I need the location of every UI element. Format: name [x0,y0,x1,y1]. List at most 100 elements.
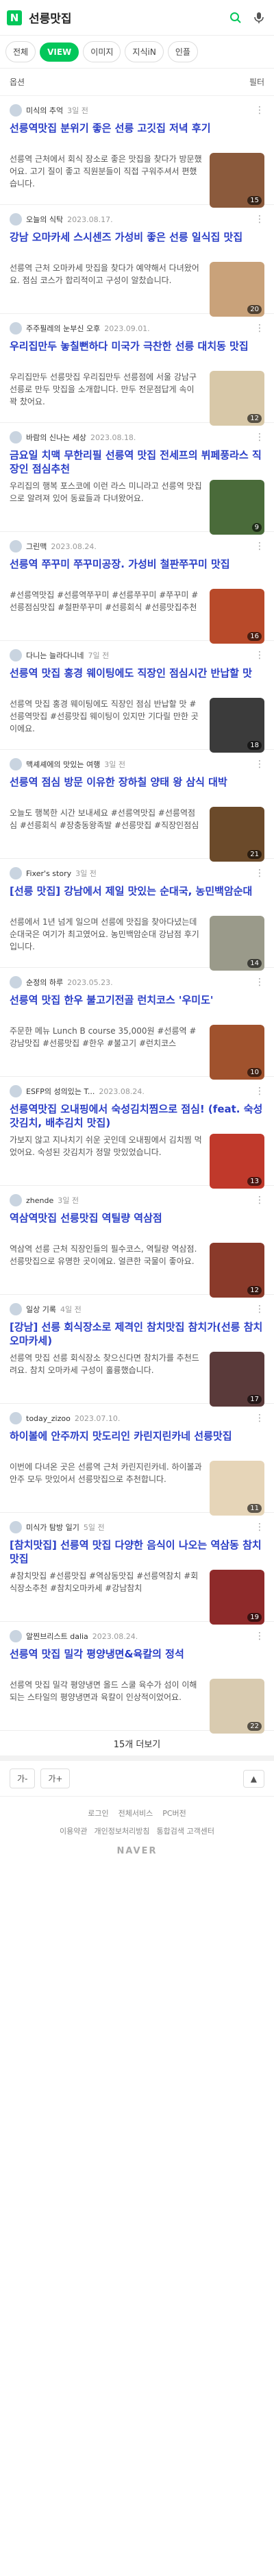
result-thumbnail[interactable]: 19 [210,1570,264,1625]
more-options-icon[interactable]: ⋮ [255,650,264,661]
author-name[interactable]: 알찐브리스트 dalia [26,1631,88,1642]
result-item[interactable]: 오늘의 식탁 2023.08.17. ⋮ 강남 오마카세 스시센즈 가성비 좋은 선릉… [0,205,274,317]
footer-link[interactable]: 로그인 [88,1808,108,1819]
author-name[interactable]: 순정의 하루 [26,977,63,988]
author-avatar[interactable] [10,540,22,552]
result-thumbnail[interactable]: 12 [210,1243,264,1298]
result-item[interactable]: 주주필레의 눈부신 오후 2023.09.01. ⋮ 우리집만두 놓칠뻔하다 미국가 … [0,314,274,426]
author-name[interactable]: 바람의 신나는 세상 [26,432,86,443]
more-options-icon[interactable]: ⋮ [255,1522,264,1533]
result-title[interactable]: 역삼역맛집 선릉맛집 역틸량 역삼점 [10,1211,264,1239]
result-item[interactable]: 그린맥 2023.08.24. ⋮ 선릉역 쭈꾸미 쭈꾸미공장. 가성비 철판쭈꾸미 … [0,532,274,644]
result-title[interactable]: 선릉역맛집 오내핑에서 숙성김치찜으로 점심! (feat. 숙성갓김치, 배추… [10,1102,264,1130]
more-options-icon[interactable]: ⋮ [255,977,264,988]
result-snippet[interactable]: 선릉역 근처 오마카세 맛집을 찾다가 예약해서 다녀왔어요. 점심 코스가 합… [10,262,203,311]
more-options-icon[interactable]: ⋮ [255,323,264,334]
result-item[interactable]: 다니는 늘라다니네 7일 전 ⋮ 선릉역 맛집 홍경 웨이팅에도 직장인 점심시간 반… [0,641,274,753]
result-title[interactable]: 강남 오마카세 스시센즈 가성비 좋은 선릉 일식집 맛집 [10,230,264,258]
naver-logo[interactable]: N [7,10,22,25]
result-thumbnail[interactable]: 17 [210,1352,264,1407]
result-item[interactable]: zhende 3일 전 ⋮ 역삼역맛집 선릉맛집 역틸량 역삼점 역삼역 선릉 근처 직… [0,1186,274,1298]
result-item[interactable]: Fixer's story 3일 전 ⋮ [선릉 맛집] 강남에서 제일 맛있는 순대… [0,859,274,971]
more-options-icon[interactable]: ⋮ [255,1195,264,1206]
result-title[interactable]: 선릉역 쭈꾸미 쭈꾸미공장. 가성비 철판쭈꾸미 맛집 [10,557,264,585]
result-title[interactable]: 선릉역 점심 방문 이유한 장하칠 양태 왕 삼식 대박 [10,775,264,803]
more-options-icon[interactable]: ⋮ [255,105,264,116]
author-avatar[interactable] [10,1630,22,1642]
result-snippet[interactable]: #선릉역맛집 #선릉역쭈꾸미 #선릉쭈꾸미 #쭈꾸미 #선릉점심맛집 #철판쭈꾸… [10,589,203,638]
result-snippet[interactable]: 역삼역 선릉 근처 직장인들의 필수코스, 역틸량 역삼점. 선릉맛집으로 유명… [10,1243,203,1292]
tab-3[interactable]: 지식iN [125,41,164,62]
option-toggle[interactable]: 옵션 [10,76,25,88]
author-avatar[interactable] [10,1521,22,1533]
author-avatar[interactable] [10,1303,22,1315]
result-item[interactable]: 일상 기록 4일 전 ⋮ [강남] 선릉 회식장소로 제격인 참치맛집 참치가(선릉 … [0,1295,274,1407]
result-title[interactable]: [강남] 선릉 회식장소로 제격인 참치맛집 참치가(선릉 참치 오마카세) [10,1320,264,1348]
result-item[interactable]: 미식의 추억 3일 전 ⋮ 선릉역맛집 분위기 좋은 선릉 고깃집 저녁 후기 선릉역 … [0,96,274,208]
result-title[interactable]: 하이볼에 안주까지 맛도리인 카린지린카네 선릉맛집 [10,1429,264,1457]
search-icon[interactable] [227,10,244,26]
author-avatar[interactable] [10,104,22,117]
result-thumbnail[interactable]: 21 [210,807,264,862]
author-name[interactable]: zhende [26,1196,53,1205]
scroll-top-button[interactable]: ▲ [242,1769,264,1788]
footer-link[interactable]: 전체서비스 [119,1808,153,1819]
more-button[interactable]: 15개 더보기 [0,1731,274,1761]
result-thumbnail[interactable]: 12 [210,371,264,426]
font-smaller-button[interactable]: 가- [10,1769,36,1788]
author-avatar[interactable] [10,1412,22,1424]
result-snippet[interactable]: 이번에 다녀온 곳은 선릉역 근처 카린지린카네. 하이볼과 안주 모두 맛있어… [10,1461,203,1510]
result-thumbnail[interactable]: 14 [210,916,264,971]
result-title[interactable]: 금요일 치맥 무한리필 선릉역 맛집 전세프의 뷔페풍라스 직장인 점심추천 [10,448,264,476]
result-snippet[interactable]: 주문한 메뉴 Lunch B course 35,000원 #선릉역 #강남맛집… [10,1025,203,1074]
tab-1[interactable]: VIEW [40,42,79,62]
author-avatar[interactable] [10,649,22,661]
author-avatar[interactable] [10,1085,22,1097]
filter-toggle[interactable]: 필터 [249,76,264,88]
result-snippet[interactable]: 선릉역 맛집 밀각 평양냉면 올드 스쿨 육수가 섬이 이해되는 스타일의 평양… [10,1679,203,1728]
more-options-icon[interactable]: ⋮ [255,1086,264,1097]
more-options-icon[interactable]: ⋮ [255,1413,264,1424]
more-options-icon[interactable]: ⋮ [255,1304,264,1315]
result-item[interactable]: 알찐브리스트 dalia 2023.08.24. ⋮ 선릉역 맛집 밀각 평양냉면&육… [0,1622,274,1734]
result-title[interactable]: [참치맛집] 선릉역 맛집 다양한 음식이 나오는 역삼동 참치 맛집 [10,1538,264,1566]
font-larger-button[interactable]: 가+ [40,1769,71,1788]
tab-2[interactable]: 이미지 [83,41,121,62]
result-snippet[interactable]: #참치맛집 #선릉맛집 #역삼동맛집 #선릉역참치 #회식장소추천 #참치오마카… [10,1570,203,1619]
result-snippet[interactable]: 선릉에서 1년 넘게 일으며 선릉에 맛집을 찾아다녔는데 순대국은 여기가 최… [10,916,203,965]
result-snippet[interactable]: 선릉역 맛집 홍경 웨이팅에도 직장인 점심 반납할 맛 #선릉역맛집 #선릉맛… [10,698,203,747]
result-thumbnail[interactable]: 22 [210,1679,264,1734]
result-title[interactable]: [선릉 맛집] 강남에서 제일 맛있는 순대국, 농민백암순대 [10,884,264,912]
author-avatar[interactable] [10,431,22,443]
author-avatar[interactable] [10,322,22,335]
result-item[interactable]: 순정의 하루 2023.05.23. ⋮ 선릉역 맛집 한우 불고기전골 런치코스 '… [0,968,274,1080]
mic-icon[interactable] [251,10,267,26]
result-thumbnail[interactable]: 18 [210,698,264,753]
result-thumbnail[interactable]: 20 [210,262,264,317]
footer-policy-link[interactable]: 개인정보처리방침 [95,1825,150,1836]
footer-link[interactable]: PC버전 [162,1808,186,1819]
author-avatar[interactable] [10,867,22,879]
result-title[interactable]: 선릉역 맛집 밀각 평양냉면&육칼의 정석 [10,1647,264,1675]
author-avatar[interactable] [10,976,22,988]
more-options-icon[interactable]: ⋮ [255,759,264,770]
more-options-icon[interactable]: ⋮ [255,541,264,552]
author-avatar[interactable] [10,1194,22,1206]
result-snippet[interactable]: 선릉역 맛집 선릉 회식장소 찾으신다면 참치가를 추천드려요. 참치 오마카세… [10,1352,203,1401]
result-snippet[interactable]: 선릉역 근처에서 회식 장소로 좋은 맛집을 찾다가 방문했어요. 고기 질이 … [10,153,203,202]
tab-4[interactable]: 인플 [167,41,198,62]
author-name[interactable]: 일상 기록 [26,1304,56,1315]
footer-policy-link[interactable]: 통합검색 고객센터 [156,1825,214,1836]
result-title[interactable]: 선릉역 맛집 홍경 웨이팅에도 직장인 점심시간 반납할 맛 [10,666,264,694]
result-thumbnail[interactable]: 16 [210,589,264,644]
author-name[interactable]: 다니는 늘라다니네 [26,650,84,661]
tab-0[interactable]: 전체 [5,41,36,62]
result-thumbnail[interactable]: 10 [210,1025,264,1080]
result-thumbnail[interactable]: 13 [210,1134,264,1189]
result-item[interactable]: today_zizoo 2023.07.10. ⋮ 하이볼에 안주까지 맛도리인 카린… [0,1404,274,1516]
author-avatar[interactable] [10,758,22,770]
author-name[interactable]: ESFP의 성의있는 T... [26,1086,95,1097]
result-item[interactable]: 맥셰셰에의 맛있는 여행 3일 전 ⋮ 선릉역 점심 방문 이유한 장하칠 양태 왕 … [0,750,274,862]
author-name[interactable]: 미식가 탐방 일기 [26,1522,79,1533]
result-snippet[interactable]: 오늘도 행복한 시간 보내세요 #선릉역맛집 #선릉역점심 #선릉회식 #장충동… [10,807,203,856]
